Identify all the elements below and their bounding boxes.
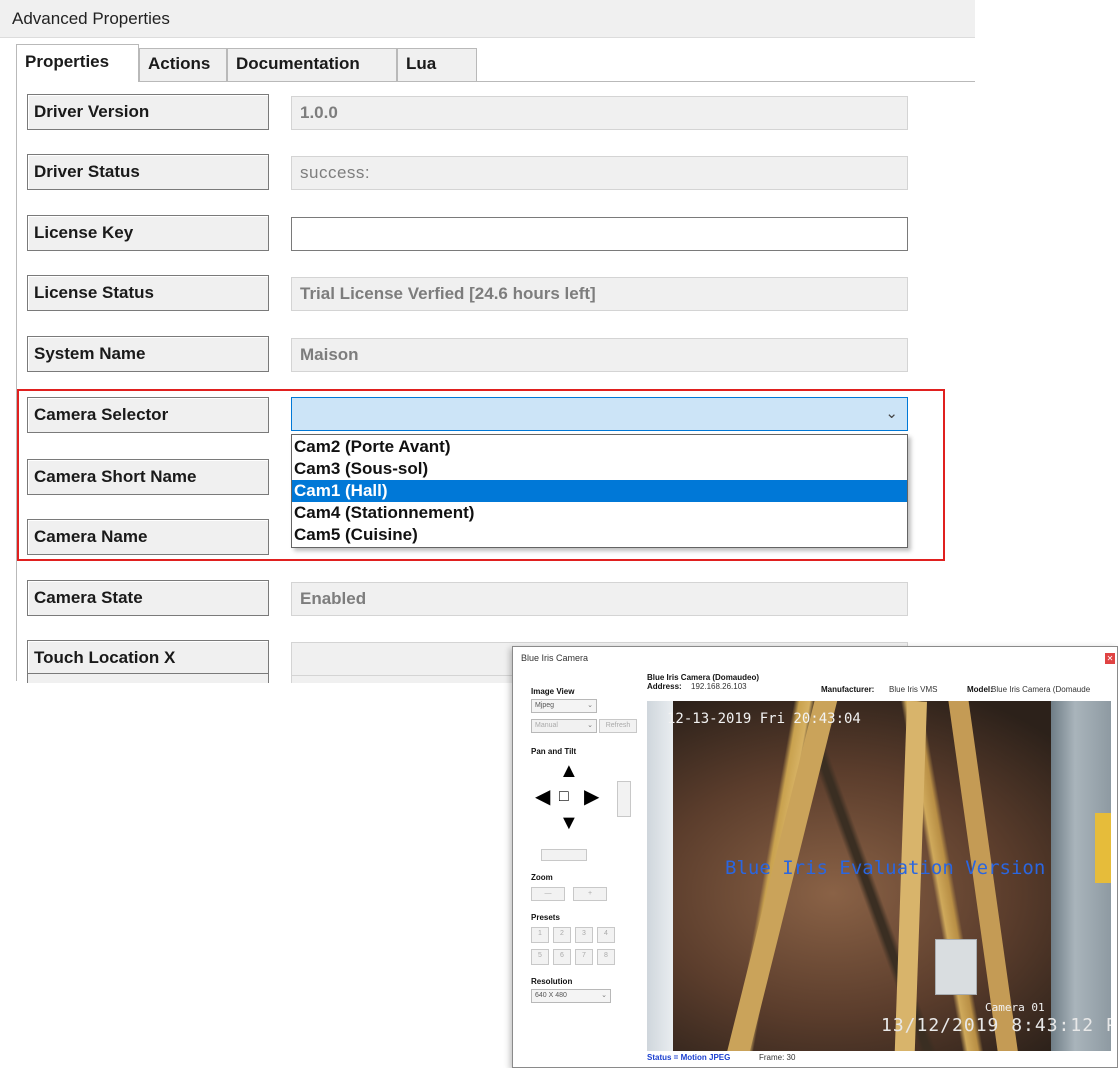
camera-state-field: Enabled (291, 582, 908, 616)
camera-title: Blue Iris Camera (Domaudeo) (647, 673, 760, 682)
license-status-field: Trial License Verfied [24.6 hours left] (291, 277, 908, 311)
zoom-label: Zoom (531, 873, 553, 882)
preset-button[interactable]: 6 (553, 949, 571, 965)
refresh-button[interactable]: Refresh (599, 719, 637, 733)
touch-location-x-label: Touch Location X (27, 640, 269, 676)
down-arrow-icon[interactable]: ▼ (559, 813, 579, 833)
blue-iris-title: Blue Iris Camera (521, 653, 589, 663)
overlay-timestamp: 13/12/2019 8:43:12 PM (881, 1015, 1111, 1036)
address-label: Address: (647, 682, 682, 691)
resolution-select[interactable]: 640 X 480 ⌄ (531, 989, 611, 1003)
close-icon[interactable]: ✕ (1105, 653, 1115, 664)
resolution-label: Resolution (531, 977, 573, 986)
manufacturer-value: Blue Iris VMS (889, 685, 938, 694)
up-arrow-icon[interactable]: ▲ (559, 761, 579, 781)
camera-video-feed: 12-13-2019 Fri 20:43:04 Blue Iris Evalua… (647, 701, 1111, 1051)
frame-count: Frame: 30 (759, 1053, 796, 1062)
preset-button[interactable]: 4 (597, 927, 615, 943)
license-status-label: License Status (27, 275, 269, 311)
center-icon[interactable]: □ (559, 787, 569, 807)
system-name-label: System Name (27, 336, 269, 372)
tab-properties[interactable]: Properties (16, 44, 139, 82)
address-value: 192.168.26.103 (691, 682, 747, 691)
dropdown-option[interactable]: Cam5 (Cuisine) (292, 524, 907, 546)
right-arrow-icon[interactable]: ▶ (584, 787, 599, 807)
panel-border (16, 81, 17, 681)
chevron-down-icon: ⌄ (587, 722, 593, 729)
dropdown-option[interactable]: Cam2 (Porte Avant) (292, 436, 907, 458)
camera-state-label: Camera State (27, 580, 269, 616)
dropdown-option[interactable]: Cam4 (Stationnement) (292, 502, 907, 524)
license-key-input[interactable] (291, 217, 908, 251)
dropdown-option[interactable]: Cam3 (Sous-sol) (292, 458, 907, 480)
driver-version-label: Driver Version (27, 94, 269, 130)
blue-iris-camera-window: Blue Iris Camera ✕ Blue Iris Camera (Dom… (512, 646, 1118, 1068)
tab-documentation[interactable]: Documentation (227, 48, 397, 81)
mode-select[interactable]: Manual ⌄ (531, 719, 597, 733)
zoom-out-button[interactable]: — (531, 887, 565, 901)
preset-button[interactable]: 8 (597, 949, 615, 965)
tilt-slider[interactable] (617, 781, 631, 817)
tab-strip: Properties Actions Documentation Lua (16, 44, 976, 82)
preset-button[interactable]: 3 (575, 927, 593, 943)
presets-label: Presets (531, 913, 560, 922)
left-arrow-icon[interactable]: ◀ (535, 787, 550, 807)
video-scene-box (935, 939, 977, 995)
overlay-evaluation-text: Blue Iris Evaluation Version (725, 857, 1046, 879)
tab-divider (16, 81, 975, 82)
camera-dropdown-list[interactable]: Cam2 (Porte Avant) Cam3 (Sous-sol) Cam1 … (291, 434, 908, 548)
image-view-value: Mjpeg (535, 702, 555, 709)
window-title-bar: Advanced Properties (0, 0, 975, 38)
license-key-label: License Key (27, 215, 269, 251)
model-value: Blue Iris Camera (Domaude (991, 685, 1091, 694)
tab-actions[interactable]: Actions (139, 48, 227, 81)
zoom-in-button[interactable]: + (573, 887, 607, 901)
model-label: Model: (967, 685, 993, 694)
tab-lua[interactable]: Lua (397, 48, 477, 81)
overlay-camera-name: Camera 01 (985, 1001, 1045, 1014)
next-property-label (27, 673, 269, 683)
pan-tilt-label: Pan and Tilt (531, 747, 577, 756)
driver-version-field: 1.0.0 (291, 96, 908, 130)
driver-status-field: success: (291, 156, 908, 190)
image-view-select[interactable]: Mjpeg ⌄ (531, 699, 597, 713)
preset-button[interactable]: 5 (531, 949, 549, 965)
preset-button[interactable]: 2 (553, 927, 571, 943)
manufacturer-label: Manufacturer: (821, 685, 875, 694)
system-name-field: Maison (291, 338, 908, 372)
driver-status-label: Driver Status (27, 154, 269, 190)
preset-button[interactable]: 1 (531, 927, 549, 943)
overlay-date: 12-13-2019 Fri 20:43:04 (667, 711, 861, 727)
window-title: Advanced Properties (12, 9, 170, 28)
resolution-value: 640 X 480 (535, 992, 567, 999)
chevron-down-icon: ⌄ (601, 992, 607, 999)
preset-button[interactable]: 7 (575, 949, 593, 965)
status-text: Status = Motion JPEG (647, 1053, 731, 1062)
blue-iris-title-bar: Blue Iris Camera ✕ (513, 647, 1117, 671)
mode-value: Manual (535, 722, 558, 729)
chevron-down-icon: ⌄ (587, 702, 593, 709)
pan-slider[interactable] (541, 849, 587, 861)
dropdown-option-selected[interactable]: Cam1 (Hall) (292, 480, 907, 502)
image-view-label: Image View (531, 687, 575, 696)
video-scene-wall (647, 701, 673, 1051)
video-scene-object (1095, 813, 1111, 883)
